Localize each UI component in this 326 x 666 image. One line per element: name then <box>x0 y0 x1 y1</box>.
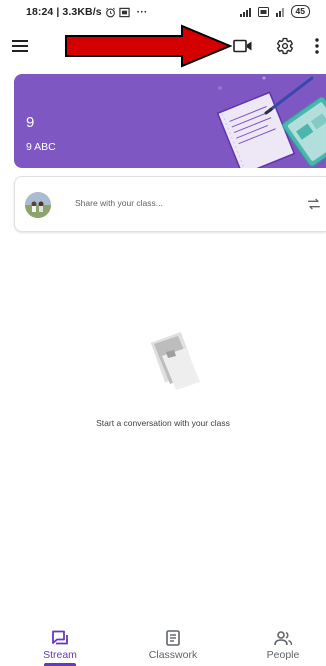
signal-icon <box>275 7 284 17</box>
classwork-icon <box>166 630 180 646</box>
reuse-post-button[interactable] <box>303 193 325 215</box>
share-with-class-card[interactable]: Share with your class... <box>14 176 326 232</box>
class-banner[interactable]: 9 9 ABC <box>14 74 326 168</box>
video-meet-button[interactable] <box>230 34 256 58</box>
battery-icon: 45 <box>290 5 310 18</box>
bottom-navigation: Stream Classwork People <box>0 626 326 666</box>
banner-illustration <box>216 76 326 168</box>
menu-button[interactable] <box>8 34 32 58</box>
volte-icon <box>257 6 269 17</box>
more-vert-icon <box>315 38 319 54</box>
menu-icon <box>12 40 28 52</box>
more-options-button[interactable] <box>310 34 324 58</box>
status-left: 18:24 | 3.3KB/s ··· <box>26 6 147 18</box>
class-title: 9 <box>26 114 35 131</box>
tab-stream[interactable]: Stream <box>20 630 100 661</box>
tab-classwork-label: Classwork <box>148 649 198 661</box>
tab-stream-label: Stream <box>43 649 77 661</box>
status-time: 18:24 | 3.3KB/s <box>26 6 102 18</box>
settings-gear-icon <box>277 37 293 55</box>
avatar <box>25 192 51 218</box>
alarm-icon <box>105 7 115 17</box>
status-more: ··· <box>136 6 148 18</box>
tab-people-label: People <box>266 649 300 661</box>
annotation-arrow <box>65 24 232 68</box>
notification-icon <box>118 7 130 17</box>
repost-icon <box>308 198 320 210</box>
tab-classwork[interactable]: Classwork <box>133 630 213 661</box>
status-right: 45 <box>239 5 310 18</box>
class-section: 9 ABC <box>26 141 56 153</box>
status-bar: 18:24 | 3.3KB/s ··· 45 <box>0 0 326 24</box>
stream-icon <box>52 630 68 645</box>
video-camera-icon <box>233 39 252 53</box>
empty-stream-message: Start a conversation with your class <box>96 418 230 428</box>
tab-people[interactable]: People <box>243 630 323 661</box>
empty-stream-illustration <box>150 331 200 390</box>
class-settings-button[interactable] <box>272 34 298 58</box>
people-icon <box>274 631 293 646</box>
share-placeholder[interactable]: Share with your class... <box>75 198 163 208</box>
signal-icon <box>239 7 251 17</box>
